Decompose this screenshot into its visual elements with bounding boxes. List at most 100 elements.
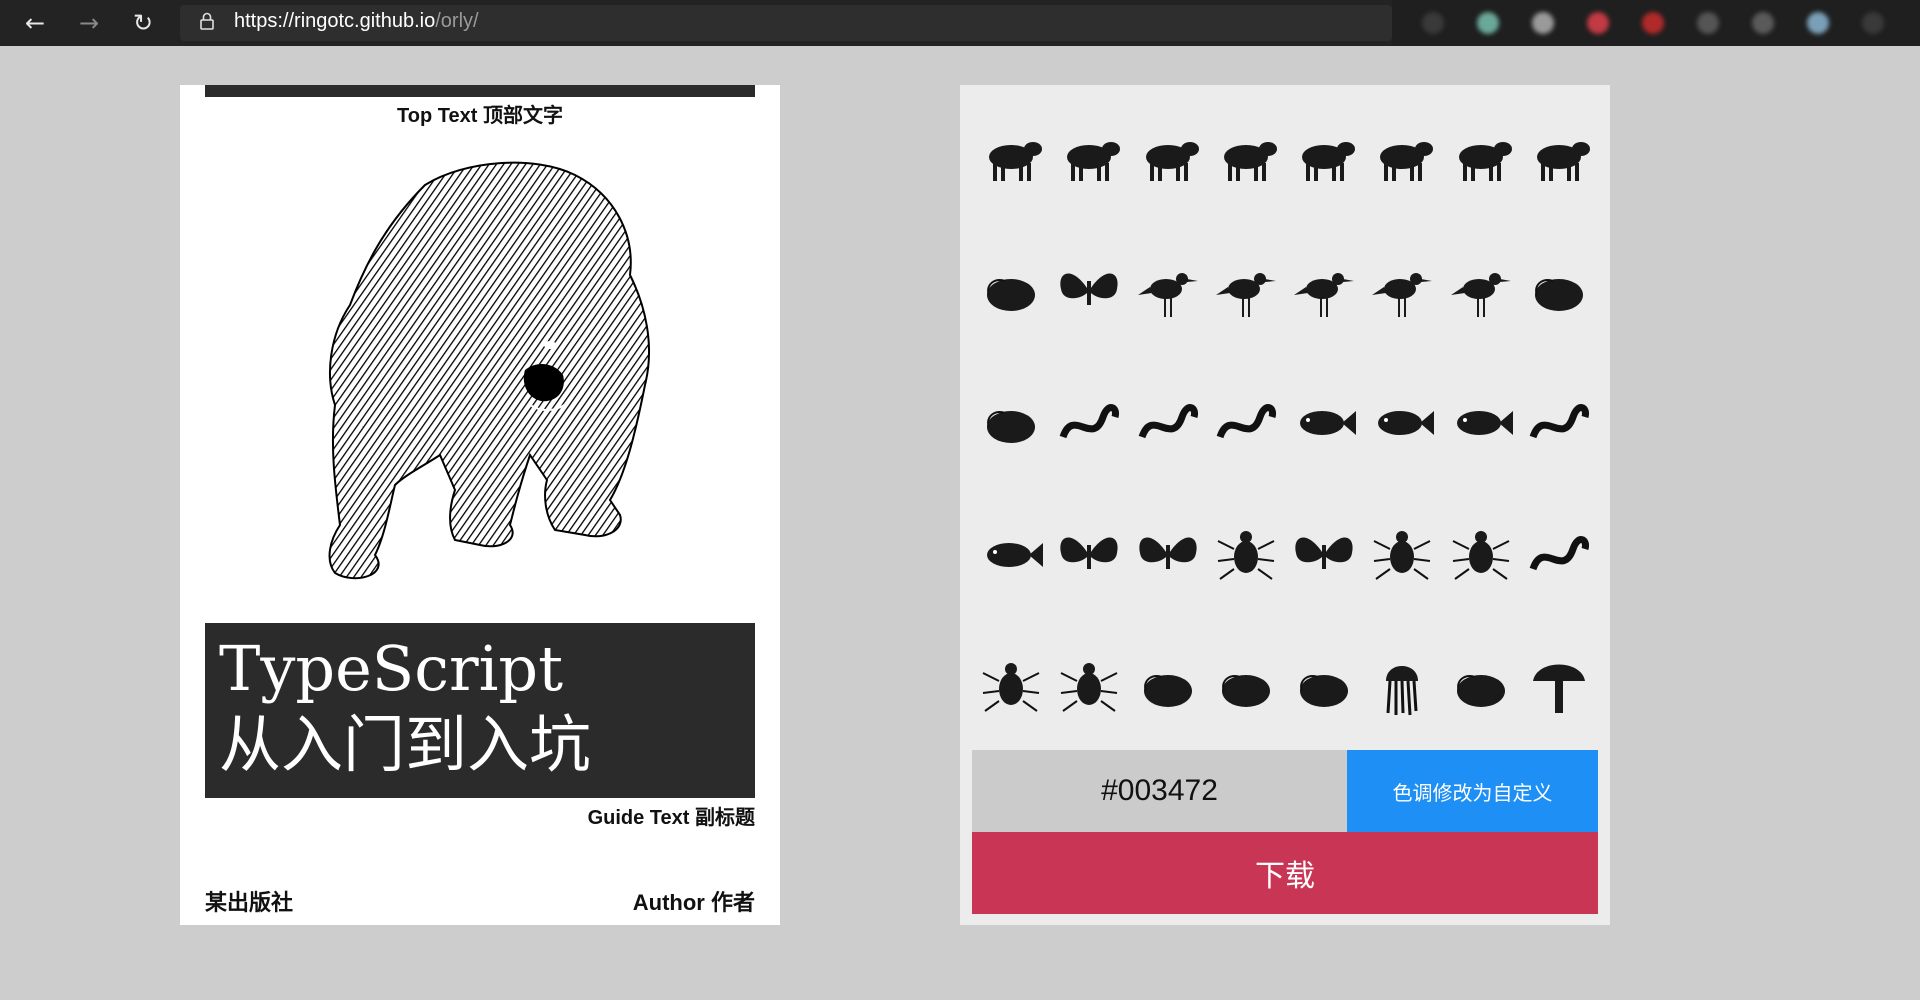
- animal-option-frog[interactable]: [972, 357, 1050, 489]
- animal-option-crow[interactable]: [1363, 225, 1441, 357]
- wombat-icon: [1536, 142, 1590, 181]
- platypus-icon: [987, 279, 1036, 311]
- animal-option-angelfish[interactable]: [1442, 357, 1520, 489]
- butterfly-icon: [1060, 537, 1118, 569]
- animal-option-platypus[interactable]: [972, 225, 1050, 357]
- animal-option-bat[interactable]: [1050, 225, 1128, 357]
- animal-option-ostrich[interactable]: [1442, 225, 1520, 357]
- animal-option-monkey[interactable]: [1442, 93, 1520, 225]
- animal-option-wombat[interactable]: [1520, 93, 1598, 225]
- animal-option-snake[interactable]: [1207, 357, 1285, 489]
- extension-icon[interactable]: [1477, 12, 1499, 34]
- mushroom-icon: [1532, 664, 1585, 713]
- chameleon-icon: [1534, 279, 1583, 311]
- bear-icon: [989, 142, 1043, 181]
- crab-icon: [982, 663, 1040, 712]
- animal-option-wolf[interactable]: [1129, 93, 1207, 225]
- animal-option-beetle[interactable]: [1363, 489, 1441, 621]
- animal-option-fly[interactable]: [1207, 489, 1285, 621]
- animal-option-deer[interactable]: [1363, 93, 1441, 225]
- animal-option-chameleon[interactable]: [1520, 225, 1598, 357]
- back-icon[interactable]: ←: [20, 8, 50, 38]
- download-button[interactable]: 下载: [972, 832, 1598, 914]
- ostrich-icon: [1450, 273, 1511, 317]
- animal-option-mushroom[interactable]: [1520, 621, 1598, 753]
- forward-icon[interactable]: →: [74, 8, 104, 38]
- lobster-icon: [1060, 663, 1118, 712]
- animal-option-raccoon[interactable]: [1050, 93, 1128, 225]
- color-input[interactable]: [972, 750, 1347, 832]
- cover-publisher: 某出版社: [205, 890, 294, 915]
- extension-icon[interactable]: [1642, 12, 1664, 34]
- extension-icon[interactable]: [1697, 12, 1719, 34]
- stork-icon: [1215, 273, 1276, 317]
- cover-author: Author 作者: [632, 890, 755, 915]
- custom-color-button[interactable]: 色调修改为自定义: [1347, 750, 1598, 832]
- animal-option-horse[interactable]: [1285, 93, 1363, 225]
- frog-icon: [987, 411, 1036, 443]
- animal-option-eel[interactable]: [1520, 357, 1598, 489]
- animal-option-stork[interactable]: [1207, 225, 1285, 357]
- catfish-icon: [1300, 411, 1357, 435]
- animal-picker-panel: 色调修改为自定义 下载: [960, 85, 1610, 925]
- horseshoe-crab-icon: [1143, 675, 1192, 707]
- animal-option-lapwing[interactable]: [1285, 225, 1363, 357]
- animal-option-cow[interactable]: [1207, 93, 1285, 225]
- animal-option-dragonfly[interactable]: [1285, 489, 1363, 621]
- extension-icon[interactable]: [1587, 12, 1609, 34]
- animal-option-catfish[interactable]: [1285, 357, 1363, 489]
- monkey-icon: [1458, 142, 1512, 181]
- extension-icon[interactable]: [1422, 12, 1444, 34]
- animal-option-isopod[interactable]: [1207, 621, 1285, 753]
- deer-icon: [1380, 142, 1434, 181]
- coral-icon: [1456, 675, 1505, 707]
- crow-icon: [1372, 273, 1433, 317]
- animal-option-lizard[interactable]: [1129, 357, 1207, 489]
- title-band: TypeScript 从入门到入坑: [205, 623, 755, 798]
- lizard-icon: [1138, 404, 1198, 439]
- extensions-bar: [1392, 0, 1920, 46]
- animal-option-coral[interactable]: [1442, 621, 1520, 753]
- browser-toolbar: ← → ↻ https://ringotc.github.io/orly/: [0, 0, 1920, 46]
- animal-grid: [972, 93, 1598, 753]
- animal-option-sea-slug[interactable]: [1285, 621, 1363, 753]
- beetle-icon: [1373, 531, 1431, 580]
- animal-option-horseshoe-crab[interactable]: [1129, 621, 1207, 753]
- animal-option-bear[interactable]: [972, 93, 1050, 225]
- cover-top-band: [205, 85, 755, 97]
- cover-top-text: Top Text 顶部文字: [397, 105, 563, 127]
- cow-icon: [1223, 142, 1277, 181]
- wolf-icon: [1145, 142, 1199, 181]
- eel-icon: [1529, 404, 1589, 439]
- animal-option-shrimp[interactable]: [1520, 489, 1598, 621]
- animal-option-scorpionfish[interactable]: [1363, 357, 1441, 489]
- animal-option-newt[interactable]: [1050, 357, 1128, 489]
- animal-option-moth[interactable]: [1129, 489, 1207, 621]
- sunfish-icon: [987, 543, 1044, 567]
- animal-option-jellyfish[interactable]: [1363, 621, 1441, 753]
- snake-icon: [1216, 404, 1276, 439]
- raccoon-icon: [1067, 142, 1121, 181]
- cover-title-line1: TypeScript: [219, 632, 564, 705]
- lock-icon: [200, 12, 214, 30]
- extension-icon[interactable]: [1532, 12, 1554, 34]
- extension-icon[interactable]: [1862, 12, 1884, 34]
- horse-icon: [1302, 142, 1356, 181]
- angelfish-icon: [1456, 411, 1513, 435]
- animal-option-sunfish[interactable]: [972, 489, 1050, 621]
- dragonfly-icon: [1295, 537, 1353, 569]
- jellyfish-icon: [1386, 666, 1419, 716]
- sea-slug-icon: [1300, 675, 1349, 707]
- animal-option-crab[interactable]: [972, 621, 1050, 753]
- extension-icon[interactable]: [1752, 12, 1774, 34]
- animal-option-butterfly[interactable]: [1050, 489, 1128, 621]
- animal-option-lobster[interactable]: [1050, 621, 1128, 753]
- extension-icon[interactable]: [1807, 12, 1829, 34]
- animal-option-spider[interactable]: [1442, 489, 1520, 621]
- moth-icon: [1139, 537, 1197, 569]
- reload-icon[interactable]: ↻: [128, 8, 158, 38]
- animal-option-pelican[interactable]: [1129, 225, 1207, 357]
- shrimp-icon: [1529, 536, 1589, 571]
- color-row: 色调修改为自定义: [972, 750, 1598, 832]
- url-text[interactable]: https://ringotc.github.io/orly/: [234, 10, 479, 33]
